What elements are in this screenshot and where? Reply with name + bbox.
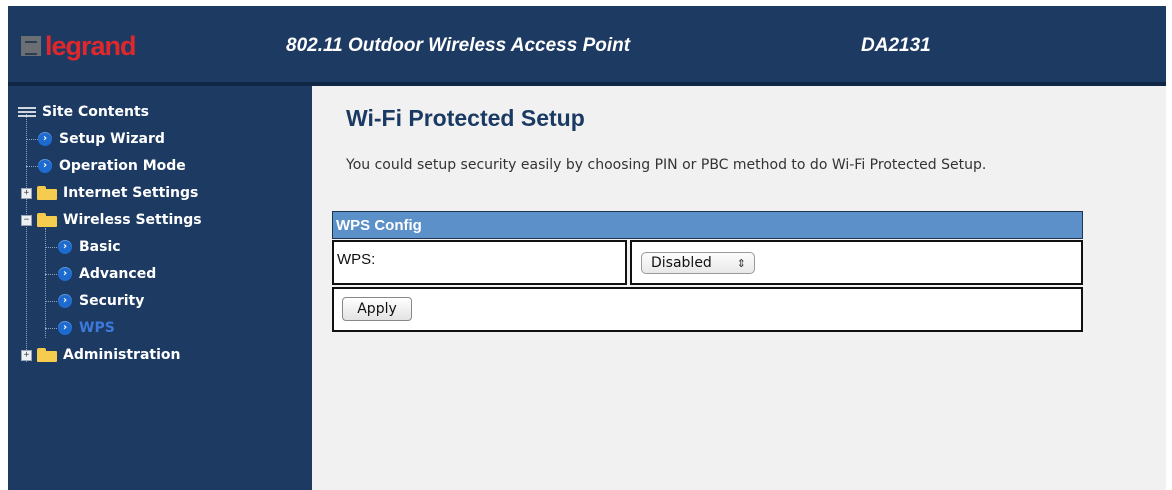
sidebar-item-label: Administration [63,347,181,363]
top-header: legrand 802.11 Outdoor Wireless Access P… [8,6,1166,86]
wps-select[interactable]: Disabled ⇕ [641,252,755,274]
sidebar-item-administration[interactable]: + Administration [21,344,180,366]
wps-select-value: Disabled [651,255,712,271]
site-tree: Site Contents › Setup Wizard › Operation… [8,86,312,490]
wps-label: WPS: [332,240,627,285]
main-content: Wi-Fi Protected Setup You could setup se… [312,86,1166,490]
legrand-logo: legrand [21,30,137,61]
sidebar-item-operation-mode[interactable]: › Operation Mode [38,155,186,177]
sidebar-item-label: WPS [79,320,115,336]
tree-connector [26,114,27,362]
sidebar-item-wireless-settings[interactable]: − Wireless Settings [21,209,202,231]
tree-connector [45,328,57,329]
tree-connector [45,247,57,248]
folder-icon [37,186,57,200]
sidebar-root[interactable]: Site Contents [18,101,149,123]
tree-connector [26,166,38,167]
folder-icon [37,348,57,362]
sidebar-item-label: Wireless Settings [63,212,202,228]
apply-button[interactable]: Apply [342,297,412,321]
tree-connector [45,301,57,302]
model-number: DA2131 [861,35,931,56]
collapse-icon[interactable]: − [21,214,32,226]
arrow-icon: › [38,132,52,146]
page-title: Wi-Fi Protected Setup [346,105,585,131]
arrow-icon: › [58,240,72,254]
logo-text: legrand [45,30,137,61]
arrow-icon: › [58,294,72,308]
sidebar-item-internet-settings[interactable]: + Internet Settings [21,182,198,204]
expand-icon[interactable]: + [21,187,32,199]
sidebar-item-label: Internet Settings [63,185,199,201]
wps-config-table: WPS Config WPS: Disabled ⇕ Apply [332,211,1083,332]
table-row: Apply [332,287,1083,332]
sidebar-item-label: Setup Wizard [59,131,165,147]
sidebar-item-security[interactable]: › Security [58,290,144,312]
page-description: You could setup security easily by choos… [346,157,987,173]
site-contents-icon [18,106,36,118]
sidebar-item-wps[interactable]: › WPS [58,317,115,339]
sidebar-item-label: Basic [79,239,121,255]
tree-connector [26,139,38,140]
table-row: WPS: Disabled ⇕ [332,240,1083,285]
arrow-icon: › [58,321,72,335]
wps-config-header: WPS Config [332,211,1083,239]
expand-icon[interactable]: + [21,349,32,361]
sidebar-root-label: Site Contents [42,104,149,120]
arrow-icon: › [38,159,52,173]
arrow-icon: › [58,267,72,281]
sidebar-item-basic[interactable]: › Basic [58,236,121,258]
folder-open-icon [37,213,57,227]
select-arrows-icon: ⇕ [736,257,746,270]
wps-value-cell: Disabled ⇕ [630,240,1083,285]
sidebar-item-label: Operation Mode [59,158,186,174]
sidebar-nav: Site Contents › Setup Wizard › Operation… [8,86,312,490]
product-title: 802.11 Outdoor Wireless Access Point [286,35,631,56]
tree-connector [45,228,46,338]
tree-connector [45,274,57,275]
sidebar-item-label: Advanced [79,266,157,282]
sidebar-item-advanced[interactable]: › Advanced [58,263,156,285]
sidebar-item-label: Security [79,293,145,309]
logo-mark-icon [21,36,41,56]
sidebar-item-setup-wizard[interactable]: › Setup Wizard [38,128,165,150]
